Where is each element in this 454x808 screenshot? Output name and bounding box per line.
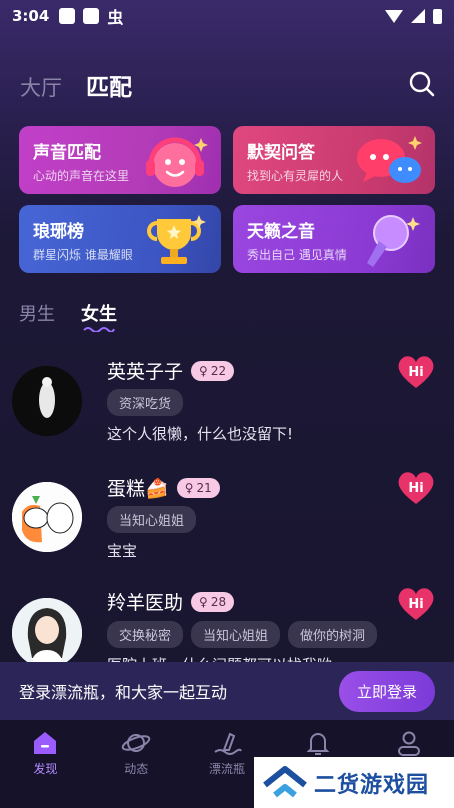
avatar[interactable] <box>12 366 82 436</box>
home-icon <box>34 732 57 754</box>
user-name-row: 羚羊医助 ♀ 28 <box>107 588 235 615</box>
notification-square-icon <box>59 8 76 24</box>
watermark: 二货游戏园 <box>254 757 454 808</box>
avatar-image <box>12 598 82 668</box>
avatar-image <box>12 482 82 552</box>
cake-emoji: 🍰 <box>145 478 169 500</box>
card-tacit-qa[interactable]: 默契问答 找到心有灵犀的人 <box>233 126 435 194</box>
avatar[interactable] <box>12 598 82 668</box>
age-badge: ♀ 22 <box>191 360 235 381</box>
wifi-icon <box>385 9 403 23</box>
hi-label: Hi <box>408 597 423 612</box>
nav-moments[interactable]: 动态 <box>91 720 182 808</box>
headphone-face-icon <box>146 137 208 187</box>
user-name: 英英子子 <box>107 361 184 383</box>
card-ranking[interactable]: 琅琊榜 群星闪烁 谁最耀眼 <box>19 205 221 273</box>
age-value: 21 <box>196 480 212 495</box>
watermark-text: 二货游戏园 <box>314 772 430 798</box>
user-tag: 资深吃货 <box>107 389 184 416</box>
female-icon: ♀ <box>199 363 208 378</box>
hi-heart-button[interactable]: Hi <box>396 354 436 390</box>
user-name: 羚羊医助 <box>107 592 184 614</box>
user-tag: 交换秘密 <box>107 621 184 648</box>
profile-icon <box>397 731 420 756</box>
battery-icon <box>433 8 442 24</box>
notification-bug-icon: 虫 <box>107 8 124 27</box>
avatar[interactable] <box>12 482 82 552</box>
chat-bubbles-icon <box>357 136 422 183</box>
tab-female-label: 女生 <box>81 304 117 325</box>
status-time: 3:04 <box>12 7 50 25</box>
age-value: 28 <box>210 594 227 609</box>
hi-label: Hi <box>408 481 423 496</box>
planet-icon <box>121 734 151 752</box>
nav-label: 动态 <box>124 762 149 776</box>
search-icon[interactable] <box>408 70 436 98</box>
age-badge: ♀ 28 <box>191 591 235 612</box>
top-tabs: 大厅 匹配 <box>20 68 132 102</box>
nav-label: 漂流瓶 <box>208 762 245 776</box>
tab-male[interactable]: 男生 <box>19 300 55 326</box>
user-tag: 当知心姐姐 <box>107 506 197 533</box>
microphone-icon <box>367 215 420 267</box>
user-name: 蛋糕🍰 <box>107 474 169 501</box>
login-banner: 登录漂流瓶，和大家一起互动 立即登录 <box>0 662 454 720</box>
card-voice-match[interactable]: 声音匹配 心动的声音在这里 <box>19 126 221 194</box>
user-tags: 交换秘密 当知心姐姐 做你的树洞 <box>107 621 378 648</box>
hi-heart-button[interactable]: Hi <box>396 586 436 622</box>
match-screen: 3:04 虫 大厅 匹配 声音匹配 心动的声音在这里 默契问答 找到心有灵犀的人… <box>0 0 454 808</box>
login-button[interactable]: 立即登录 <box>338 670 435 712</box>
user-desc: 这个人很懒，什么也没留下! <box>107 425 294 443</box>
user-desc: 宝宝 <box>107 542 138 560</box>
avatar-image <box>12 366 82 436</box>
notification-square-icon <box>83 8 100 24</box>
female-icon: ♀ <box>199 594 208 609</box>
card-heavenly-sound[interactable]: 天籁之音 秀出自己 遇见真情 <box>233 205 435 273</box>
nav-discover[interactable]: 发现 <box>0 720 91 808</box>
watermark-logo-icon <box>263 765 307 797</box>
hi-heart-button[interactable]: Hi <box>396 470 436 506</box>
user-tags: 当知心姐姐 <box>107 506 197 533</box>
user-name-row: 蛋糕🍰 ♀ 21 <box>107 474 220 501</box>
user-tag: 做你的树洞 <box>288 621 378 648</box>
user-name-row: 英英子子 ♀ 22 <box>107 357 235 384</box>
hi-label: Hi <box>408 365 423 380</box>
user-tags: 资深吃货 <box>107 389 184 416</box>
nav-label: 发现 <box>33 762 58 776</box>
active-tab-underline <box>83 327 115 332</box>
user-tag: 当知心姐姐 <box>191 621 281 648</box>
bell-icon <box>306 733 330 755</box>
tab-female[interactable]: 女生 <box>81 300 117 332</box>
user-name-text: 蛋糕 <box>107 478 146 500</box>
login-banner-text: 登录漂流瓶，和大家一起互动 <box>19 683 228 702</box>
tab-match[interactable]: 匹配 <box>86 68 132 102</box>
status-bar: 3:04 虫 <box>0 0 454 32</box>
cellular-signal-icon <box>411 9 425 23</box>
tab-hall[interactable]: 大厅 <box>20 72 62 102</box>
wave-icon <box>214 732 242 755</box>
gender-tabs: 男生 女生 <box>19 300 117 332</box>
status-icons <box>385 8 442 24</box>
age-value: 22 <box>210 363 227 378</box>
trophy-icon <box>147 215 206 264</box>
age-badge: ♀ 21 <box>176 477 220 498</box>
female-icon: ♀ <box>184 480 194 495</box>
